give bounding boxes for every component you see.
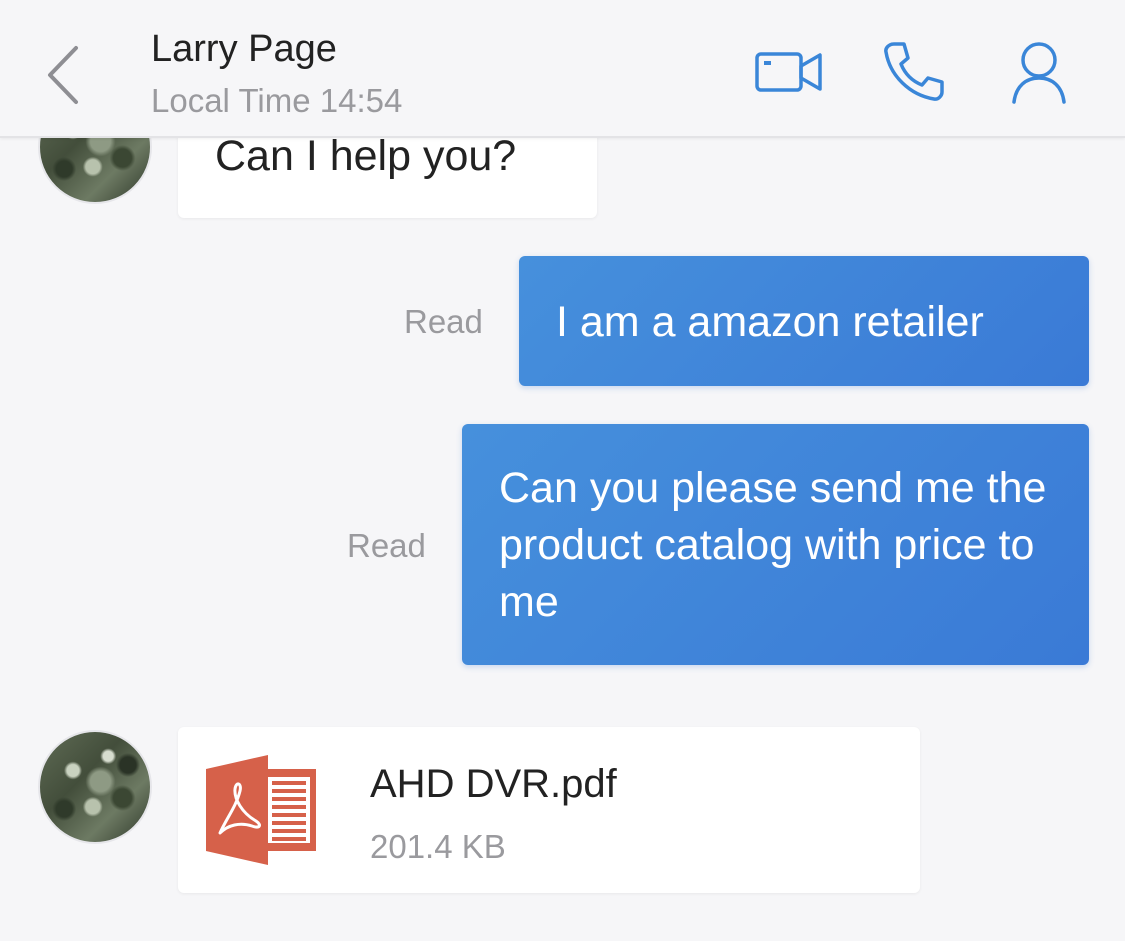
file-attachment-card[interactable]: AHD DVR.pdf 201.4 KB: [178, 727, 920, 893]
profile-button[interactable]: [1006, 38, 1072, 104]
local-time: Local Time 14:54: [151, 82, 403, 119]
message-text: Can you please send me the product catal…: [499, 464, 1047, 626]
outgoing-message-bubble[interactable]: Can you please send me the product catal…: [462, 424, 1089, 665]
chevron-left-icon: [48, 46, 78, 104]
contact-name: Larry Page: [151, 28, 337, 70]
outgoing-message-bubble[interactable]: I am a amazon retailer: [519, 256, 1089, 386]
read-status: Read: [404, 303, 483, 340]
pdf-file-icon: [206, 755, 316, 865]
avatar[interactable]: [38, 730, 152, 844]
message-text: I am a amazon retailer: [556, 298, 984, 346]
file-name: AHD DVR.pdf: [370, 762, 617, 806]
phone-icon: [884, 42, 944, 101]
voice-call-button[interactable]: [880, 38, 946, 104]
video-call-button[interactable]: [752, 44, 826, 100]
video-camera-icon: [755, 52, 822, 92]
user-icon: [1012, 42, 1066, 104]
back-button[interactable]: [38, 40, 88, 110]
chat-area[interactable]: Can I help you? Read I am a amazon retai…: [0, 0, 1125, 941]
chat-header: Larry Page Local Time 14:54: [0, 0, 1125, 138]
file-size: 201.4 KB: [370, 828, 506, 865]
read-status: Read: [347, 527, 426, 564]
